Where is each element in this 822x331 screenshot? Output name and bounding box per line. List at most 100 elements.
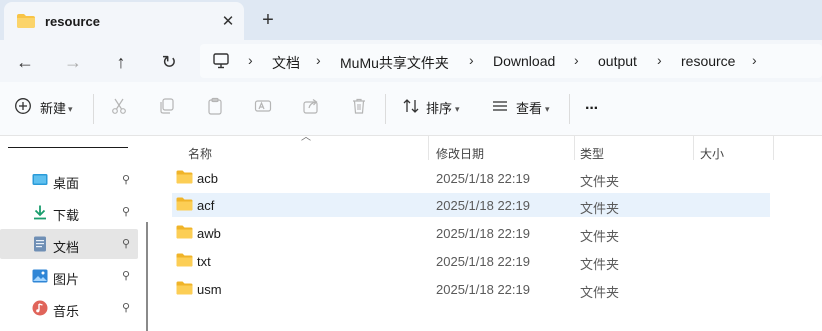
sidebar-scrollbar[interactable]	[146, 222, 148, 331]
column-divider[interactable]	[574, 136, 575, 160]
more-options-button[interactable]: ···	[585, 96, 599, 122]
file-name: awb	[197, 226, 221, 241]
forward-button[interactable]: →	[59, 48, 87, 76]
sidebar-item-documents[interactable]: 文档 ⚲	[0, 229, 138, 259]
sort-ascending-icon: ︿	[301, 132, 311, 143]
file-modified: 2025/1/18 22:19	[436, 171, 530, 186]
divider	[8, 147, 128, 148]
column-header-name[interactable]: 名称	[188, 145, 212, 162]
folder-icon	[176, 225, 193, 242]
file-type: 文件夹	[580, 201, 620, 216]
file-modified: 2025/1/18 22:19	[436, 254, 530, 269]
table-row[interactable]: usm 2025/1/18 22:19 文件夹	[172, 277, 770, 301]
up-button[interactable]: ↑	[107, 48, 135, 76]
file-type: 文件夹	[580, 285, 620, 300]
folder-icon	[176, 170, 193, 187]
column-header-type[interactable]: 类型	[580, 145, 604, 162]
pin-icon[interactable]: ⚲	[122, 301, 130, 314]
refresh-button[interactable]: ↻	[155, 48, 183, 76]
table-row[interactable]: acf 2025/1/18 22:19 文件夹	[172, 193, 770, 217]
sort-icon	[402, 97, 424, 119]
divider	[385, 94, 386, 124]
close-tab-button[interactable]: ✕	[216, 10, 240, 34]
pin-icon[interactable]: ⚲	[122, 173, 130, 186]
breadcrumb-separator[interactable]: ›	[316, 52, 321, 68]
sort-button[interactable]: 排序	[426, 96, 452, 122]
breadcrumb-item[interactable]: output	[598, 53, 637, 69]
sidebar-item-label: 音乐	[53, 304, 80, 319]
tab-strip: resource ✕ +	[0, 0, 822, 40]
folder-icon	[16, 13, 36, 32]
download-icon	[32, 204, 48, 220]
file-modified: 2025/1/18 22:19	[436, 282, 530, 297]
breadcrumb-item[interactable]: resource	[681, 53, 735, 69]
rename-icon[interactable]	[254, 97, 276, 119]
sidebar-item-pictures[interactable]: 图片 ⚲	[0, 261, 138, 291]
share-icon[interactable]	[302, 97, 324, 119]
sidebar-item-music[interactable]: 音乐 ⚲	[0, 293, 138, 323]
breadcrumb-separator[interactable]: ›	[752, 52, 757, 68]
column-divider[interactable]	[428, 136, 429, 160]
music-icon	[32, 300, 48, 316]
pin-icon[interactable]: ⚲	[122, 269, 130, 282]
breadcrumb-separator[interactable]: ›	[657, 52, 662, 68]
computer-icon	[212, 52, 230, 73]
delete-icon[interactable]	[350, 97, 372, 119]
documents-icon	[32, 236, 48, 252]
navigation-bar: ← → ↑ ↻ › 文档 › MuMu共享文件夹 › Download › ou…	[0, 40, 822, 82]
view-icon	[491, 97, 513, 119]
file-name: acb	[197, 171, 218, 186]
sidebar-item-downloads[interactable]: 下载 ⚲	[0, 197, 138, 227]
sidebar-item-label: 桌面	[53, 176, 80, 191]
breadcrumb-separator[interactable]: ›	[248, 52, 253, 68]
desktop-icon	[32, 172, 48, 188]
new-button[interactable]: 新建	[40, 96, 66, 122]
divider	[93, 94, 94, 124]
chevron-down-icon[interactable]: ▾	[455, 96, 460, 122]
navigation-pane: 桌面 ⚲ 下载 ⚲ 文档 ⚲ 图片 ⚲ 音乐 ⚲	[0, 136, 155, 331]
file-name: acf	[197, 198, 215, 213]
table-row[interactable]: txt 2025/1/18 22:19 文件夹	[172, 249, 770, 273]
tab-title: resource	[45, 14, 100, 29]
column-header-modified[interactable]: 修改日期	[436, 145, 484, 162]
table-row[interactable]: acb 2025/1/18 22:19 文件夹	[172, 166, 770, 190]
folder-icon	[176, 281, 193, 298]
address-bar[interactable]: › 文档 › MuMu共享文件夹 › Download › output › r…	[200, 44, 822, 78]
divider	[569, 94, 570, 124]
pin-icon[interactable]: ⚲	[122, 205, 130, 218]
tab-resource[interactable]: resource ✕	[4, 2, 244, 40]
view-button[interactable]: 查看	[516, 96, 542, 122]
table-row[interactable]: awb 2025/1/18 22:19 文件夹	[172, 221, 770, 245]
file-type: 文件夹	[580, 257, 620, 272]
breadcrumb-separator[interactable]: ›	[469, 52, 474, 68]
command-bar: 新建 ▾ 排序 ▾ 查看 ▾ ···	[0, 82, 822, 136]
copy-icon[interactable]	[158, 97, 180, 119]
folder-icon	[176, 197, 193, 214]
breadcrumb-item[interactable]: MuMu共享文件夹	[340, 53, 449, 73]
folder-icon	[176, 253, 193, 270]
file-type: 文件夹	[580, 229, 620, 244]
pin-icon[interactable]: ⚲	[122, 237, 130, 250]
new-tab-button[interactable]: +	[256, 8, 280, 32]
breadcrumb-item[interactable]: Download	[493, 53, 555, 69]
sidebar-item-label: 文档	[53, 240, 80, 255]
new-icon	[14, 97, 36, 119]
column-divider[interactable]	[773, 136, 774, 160]
sidebar-item-desktop[interactable]: 桌面 ⚲	[0, 165, 138, 195]
paste-icon[interactable]	[206, 97, 228, 119]
file-name: usm	[197, 282, 222, 297]
column-header-size[interactable]: 大小	[700, 145, 724, 162]
back-button[interactable]: ←	[11, 48, 39, 76]
chevron-down-icon[interactable]: ▾	[68, 96, 73, 122]
chevron-down-icon[interactable]: ▾	[545, 96, 550, 122]
sidebar-item-label: 图片	[53, 272, 80, 287]
file-modified: 2025/1/18 22:19	[436, 198, 530, 213]
breadcrumb-separator[interactable]: ›	[574, 52, 579, 68]
file-modified: 2025/1/18 22:19	[436, 226, 530, 241]
column-divider[interactable]	[693, 136, 694, 160]
file-name: txt	[197, 254, 211, 269]
cut-icon[interactable]	[110, 97, 132, 119]
breadcrumb-item[interactable]: 文档	[272, 53, 300, 73]
file-type: 文件夹	[580, 174, 620, 189]
pictures-icon	[32, 268, 48, 284]
